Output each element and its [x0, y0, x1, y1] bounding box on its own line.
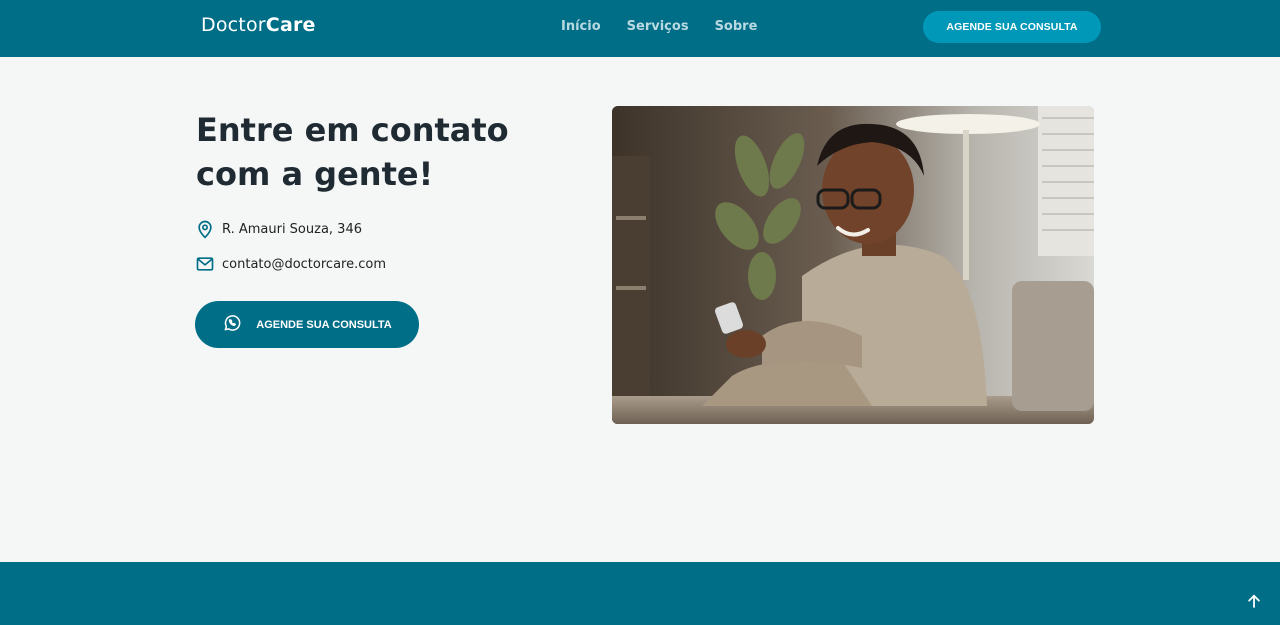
logo-regular: Doctor	[201, 14, 266, 36]
header-schedule-button[interactable]: AGENDE SUA CONSULTA	[923, 11, 1101, 43]
contact-photo	[612, 106, 1094, 424]
footer-band	[0, 562, 1280, 625]
contact-title: Entre em contato com a gente!	[196, 108, 526, 196]
nav-link-servicos[interactable]: Serviços	[627, 19, 689, 34]
address-text: R. Amauri Souza, 346	[222, 221, 362, 237]
logo-bold: Care	[265, 14, 316, 36]
main-nav: Início Serviços Sobre	[561, 19, 757, 34]
nav-link-inicio[interactable]: Início	[561, 19, 601, 34]
back-to-top-button[interactable]	[1242, 591, 1266, 615]
whatsapp-icon	[222, 313, 242, 336]
schedule-whatsapp-button[interactable]: AGENDE SUA CONSULTA	[195, 301, 419, 348]
contact-email: contato@doctorcare.com	[195, 254, 386, 274]
email-text[interactable]: contato@doctorcare.com	[222, 257, 386, 272]
contact-address: R. Amauri Souza, 346	[195, 219, 362, 239]
logo[interactable]: DoctorCare	[201, 14, 316, 36]
schedule-button-label: AGENDE SUA CONSULTA	[256, 318, 392, 331]
contact-title-line2: com a gente!	[196, 155, 434, 193]
map-pin-icon	[195, 219, 215, 239]
nav-link-sobre[interactable]: Sobre	[715, 19, 758, 34]
site-header: DoctorCare Início Serviços Sobre AGENDE …	[0, 0, 1280, 57]
arrow-up-icon	[1245, 592, 1263, 614]
contact-title-line1: Entre em contato	[196, 111, 509, 149]
mail-icon	[195, 254, 215, 274]
